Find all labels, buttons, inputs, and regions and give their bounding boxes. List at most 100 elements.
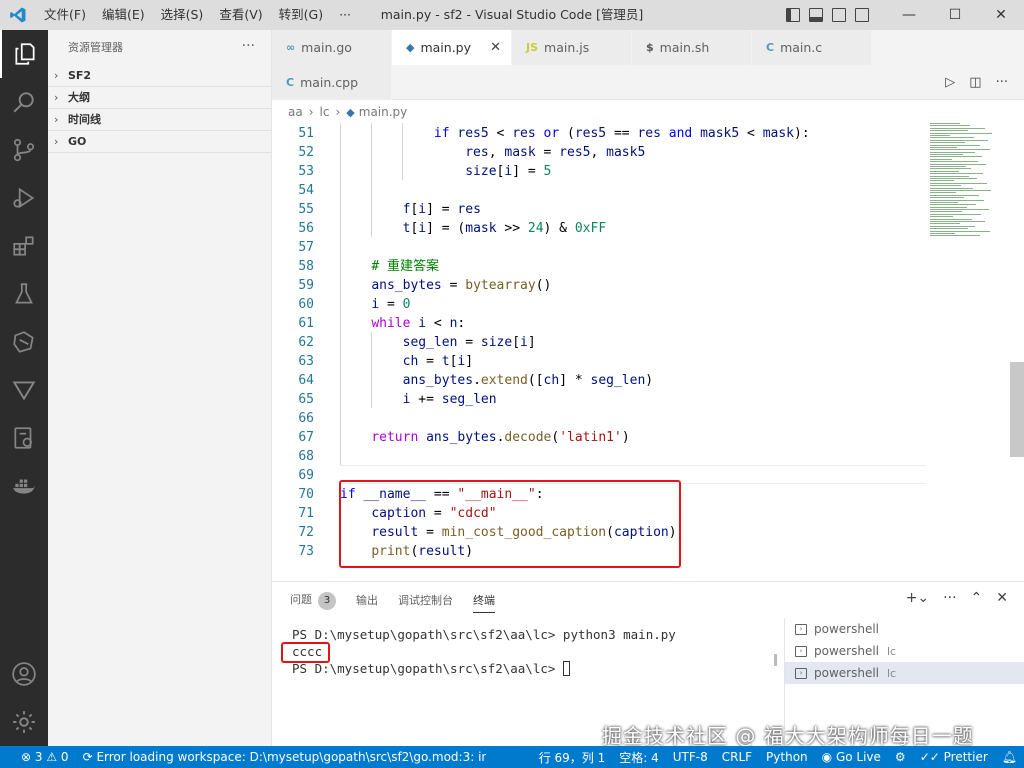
prettier-button[interactable]: ✓✓ Prettier [913, 750, 995, 764]
toggle-secondary-sidebar-icon[interactable] [832, 8, 846, 22]
terminal-cursor [562, 661, 570, 676]
menu-more[interactable]: ··· [331, 0, 359, 30]
close-panel-icon[interactable]: ✕ [996, 590, 1008, 606]
code-text: while i < n: [371, 316, 466, 331]
code-text: seg_len = size[i] [402, 335, 536, 350]
maximize-icon[interactable]: ☐ [932, 0, 978, 30]
chevron-right-icon: › [54, 90, 59, 104]
vetur-icon[interactable] [0, 366, 48, 414]
section-timeline[interactable]: › 时间线 [48, 109, 271, 131]
sidebar-more-icon[interactable]: ··· [242, 38, 255, 54]
broadcast-icon: ◉ [821, 750, 836, 764]
terminal-line: cccc [292, 644, 323, 659]
end-of-line[interactable]: CRLF [715, 750, 759, 764]
toggle-sidebar-icon[interactable] [786, 8, 800, 22]
toggle-panel-icon[interactable] [809, 8, 823, 22]
breadcrumb-item-aa[interactable]: aa [288, 105, 303, 119]
terminal-scrollbar[interactable] [774, 654, 777, 666]
close-window-icon[interactable]: ✕ [978, 0, 1024, 30]
editor-scrollbar[interactable] [1010, 362, 1024, 457]
terminal-line: PS D:\mysetup\gopath\src\sf2\aa\lc> [292, 660, 782, 677]
line-number: 56 [298, 221, 314, 236]
editor-tabs-row1: ∞ main.go ◆ main.py ✕ JS main.js $ main.sh Cm… [272, 30, 1024, 65]
menu-selection[interactable]: 选择(S) [153, 0, 212, 30]
split-editor-icon[interactable]: ◫ [969, 75, 981, 90]
extensions-icon[interactable] [0, 222, 48, 270]
panel-actions: +⌄ ··· ⌃ ✕ [906, 590, 1008, 606]
customize-layout-icon[interactable] [855, 8, 869, 22]
minimize-icon[interactable]: — [886, 0, 932, 30]
terminal-item[interactable]: › powershell [785, 618, 1024, 640]
minimap-line [930, 206, 967, 208]
editor-actions: ▷ ◫ ··· [945, 65, 1024, 99]
terminal-output[interactable]: PS D:\mysetup\gopath\src\sf2\aa\lc> pyth… [292, 626, 782, 677]
section-label: GO [68, 134, 87, 148]
shell-icon: $ [646, 41, 654, 54]
more-actions-icon[interactable]: ··· [943, 590, 956, 606]
tab-main-js[interactable]: JS main.js [512, 30, 632, 65]
go-icon: ∞ [286, 41, 296, 54]
tab-main-cpp[interactable]: Cmain.cpp [272, 65, 392, 100]
breadcrumb-item-lc[interactable]: lc [320, 105, 330, 119]
remote-explorer-icon[interactable] [0, 414, 48, 462]
terminal-item[interactable]: › powershell lc [785, 640, 1024, 662]
section-go[interactable]: › GO [48, 131, 271, 153]
feedback-icon[interactable]: ⚙ [888, 750, 913, 764]
menu-file[interactable]: 文件(F) [36, 0, 94, 30]
status-message[interactable]: ⟳ Error loading workspace: D:\mysetup\go… [76, 750, 486, 764]
settings-gear-icon[interactable] [0, 698, 48, 746]
code-line: 61 while i < n: [272, 314, 932, 333]
cursor-position[interactable]: 行 69，列 1 [532, 749, 613, 766]
gitlens-icon[interactable] [0, 318, 48, 366]
line-number: 68 [298, 449, 314, 464]
testing-icon[interactable] [0, 270, 48, 318]
tab-main-go[interactable]: ∞ main.go [272, 30, 392, 65]
tab-terminal[interactable]: 终端 [473, 592, 495, 613]
minimap[interactable] [930, 123, 1000, 273]
notifications-bell-icon[interactable]: 🔔︎ [995, 750, 1024, 764]
menu-view[interactable]: 查看(V) [211, 0, 270, 30]
tab-main-py[interactable]: ◆ main.py ✕ [392, 30, 512, 65]
section-sf2[interactable]: › SF2 [48, 65, 271, 87]
close-tab-icon[interactable]: ✕ [490, 40, 501, 55]
source-control-icon[interactable] [0, 126, 48, 174]
encoding[interactable]: UTF-8 [666, 750, 715, 764]
line-number: 59 [298, 278, 314, 293]
code-line: 58 # 重建答案 [272, 257, 932, 276]
language-mode[interactable]: Python [759, 750, 815, 764]
tab-main-sh[interactable]: $ main.sh [632, 30, 752, 65]
account-icon[interactable] [0, 650, 48, 698]
explorer-sidebar: 资源管理器 ··· › SF2 › 大纲 › 时间线 › GO [48, 30, 272, 746]
tab-output[interactable]: 输出 [356, 592, 378, 608]
tab-problems[interactable]: 问题 3 [290, 591, 336, 610]
minimap-line [930, 204, 976, 206]
menu-go[interactable]: 转到(G) [271, 0, 331, 30]
run-file-icon[interactable]: ▷ [945, 75, 955, 90]
menu-edit[interactable]: 编辑(E) [94, 0, 153, 30]
run-debug-icon[interactable] [0, 174, 48, 222]
minimap-line [930, 132, 992, 134]
tab-debug-console[interactable]: 调试控制台 [398, 592, 453, 608]
maximize-panel-icon[interactable]: ⌃ [971, 590, 983, 606]
tab-main-c[interactable]: Cmain.c [752, 30, 872, 65]
terminal-cwd: lc [887, 644, 897, 658]
minimap-line [930, 197, 964, 199]
breadcrumb-item-file[interactable]: main.py [359, 105, 408, 119]
sync-icon: ⟳ [82, 750, 97, 764]
new-terminal-icon[interactable]: +⌄ [906, 590, 929, 606]
chevron-right-icon: › [54, 68, 59, 82]
terminal-item[interactable]: › powershell lc [785, 662, 1024, 684]
terminal-name: powershell [814, 644, 879, 658]
search-icon[interactable] [0, 78, 48, 126]
more-actions-icon[interactable]: ··· [996, 75, 1008, 90]
minimap-line [930, 163, 986, 165]
code-editor[interactable]: 51 if res5 < res or (res5 == res and mas… [272, 123, 1024, 581]
go-live-button[interactable]: ◉ Go Live [815, 750, 888, 764]
status-errors[interactable]: ⊗ 3 ⚠ 0 [14, 750, 76, 764]
section-outline[interactable]: › 大纲 [48, 87, 271, 109]
docker-icon[interactable] [0, 462, 48, 510]
explorer-icon[interactable] [0, 30, 48, 78]
terminal-name: powershell [814, 666, 879, 680]
status-bar: ⊗ 3 ⚠ 0 ⟳ Error loading workspace: D:\my… [0, 746, 1024, 768]
indentation[interactable]: 空格: 4 [612, 749, 666, 766]
